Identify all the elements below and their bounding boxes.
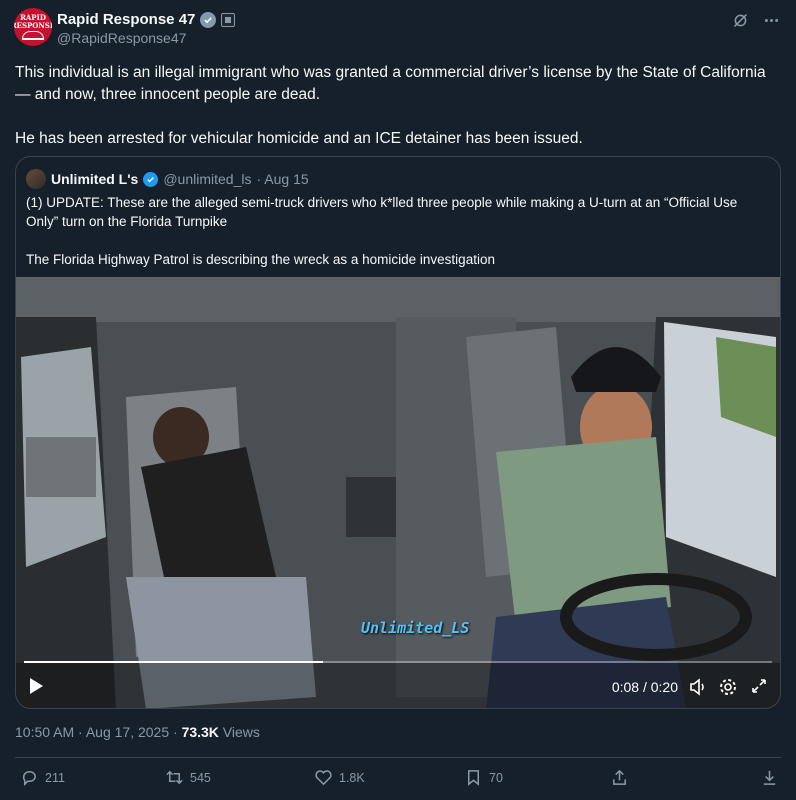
verified-badge-icon[interactable]: [200, 11, 217, 28]
quoted-author-name: Unlimited L's: [51, 171, 139, 187]
repost-button[interactable]: 545: [165, 768, 211, 787]
capitol-icon: [22, 31, 44, 40]
quoted-handle: @unlimited_ls: [163, 171, 252, 187]
quoted-avatar: [26, 169, 46, 189]
repost-count: 545: [190, 770, 211, 785]
quoted-date: · Aug 15: [256, 171, 309, 187]
settings-gear-icon[interactable]: [718, 677, 738, 702]
like-button[interactable]: 1.8K: [314, 768, 365, 787]
avatar-text-2: RESPONSE: [14, 21, 52, 30]
quoted-paragraph-2: The Florida Highway Patrol is describing…: [26, 252, 495, 267]
top-actions: [732, 12, 780, 34]
tweet: RAPID RESPONSE Rapid Response 47 @RapidR…: [0, 0, 796, 800]
views-count: 73.3K: [181, 724, 219, 740]
video-time: 0:08 / 0:20: [611, 679, 678, 695]
quoted-tweet[interactable]: Unlimited L's @unlimited_ls · Aug 15 (1)…: [15, 156, 781, 709]
time-date[interactable]: 10:50 AM · Aug 17, 2025 ·: [15, 724, 182, 740]
action-bar: 211 545 1.8K 70: [0, 764, 796, 794]
download-icon: [763, 770, 776, 785]
views-label: Views: [218, 724, 260, 740]
author-handle[interactable]: @RapidResponse47: [57, 30, 186, 46]
author-name-row: Rapid Response 47: [57, 11, 236, 28]
heart-icon: [315, 770, 332, 786]
video-player[interactable]: Unlimited_LS 0:08 / 0:20: [16, 277, 780, 708]
share-button[interactable]: [610, 768, 629, 787]
quoted-verified-icon: [143, 171, 159, 187]
grok-icon[interactable]: [732, 12, 749, 34]
bookmark-icon: [467, 770, 480, 786]
more-options-icon[interactable]: [763, 12, 780, 34]
quoted-text: (1) UPDATE: These are the alleged semi-t…: [26, 193, 766, 269]
play-icon[interactable]: [28, 677, 44, 700]
bookmark-button[interactable]: 70: [464, 768, 503, 787]
like-count: 1.8K: [339, 770, 365, 785]
repost-icon: [166, 770, 183, 785]
divider: [15, 757, 781, 758]
tweet-paragraph-1: This individual is an illegal immigrant …: [15, 64, 770, 103]
author-avatar[interactable]: RAPID RESPONSE: [14, 8, 52, 46]
reply-button[interactable]: 211: [20, 768, 65, 787]
tweet-timestamp: 10:50 AM · Aug 17, 2025 · 73.3K Views: [15, 724, 260, 740]
reply-icon: [22, 771, 36, 786]
volume-icon[interactable]: [688, 677, 708, 702]
fullscreen-icon[interactable]: [750, 677, 768, 700]
download-button[interactable]: [760, 768, 779, 787]
tweet-paragraph-2: He has been arrested for vehicular homic…: [15, 130, 583, 147]
author-name[interactable]: Rapid Response 47: [57, 11, 195, 28]
video-progress-track[interactable]: [24, 661, 772, 663]
reply-count: 211: [45, 770, 65, 785]
quoted-header: Unlimited L's @unlimited_ls · Aug 15: [26, 169, 309, 189]
video-controls: 0:08 / 0:20: [16, 673, 780, 701]
video-watermark: Unlimited_LS: [361, 619, 470, 637]
affiliation-badge-icon[interactable]: [221, 12, 236, 27]
bookmark-count: 70: [489, 770, 503, 785]
quoted-paragraph-1: (1) UPDATE: These are the alleged semi-t…: [26, 195, 742, 229]
share-icon: [613, 769, 626, 785]
tweet-text: This individual is an illegal immigrant …: [15, 62, 775, 150]
video-frame: [16, 277, 780, 708]
video-progress-fill: [24, 661, 324, 663]
